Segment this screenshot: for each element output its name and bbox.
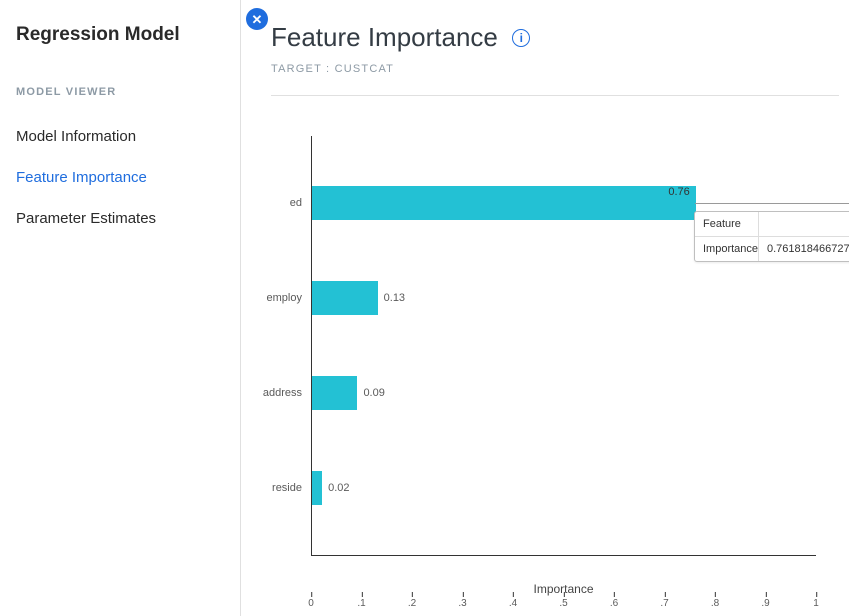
chart-tick: .7: [660, 598, 668, 609]
subtitle-prefix: TARGET :: [271, 63, 335, 75]
chart-tick: .3: [458, 598, 466, 609]
chart-bar[interactable]: [312, 281, 378, 315]
sidebar-item-feature-importance[interactable]: Feature Importance: [16, 157, 224, 198]
page-title: Feature Importance: [271, 22, 498, 53]
chart-tick: .4: [509, 598, 517, 609]
chart-category-label: employ: [267, 292, 302, 304]
chart-x-ticks: 0 .1 .2 .3 .4 .5 .6 .7 .8 .9 1: [311, 598, 816, 614]
chart-category-label: reside: [272, 482, 302, 494]
chart-tick: 0: [308, 598, 314, 609]
chart-tick: 1: [813, 598, 819, 609]
chart-bar-row: employ0.13: [312, 281, 816, 315]
tooltip-importance-key: Importance: [695, 237, 759, 261]
feature-importance-chart: ed0.76employ0.13address0.09reside0.02 0.…: [311, 136, 816, 596]
chart-tick: .1: [357, 598, 365, 609]
chart-tick: .8: [711, 598, 719, 609]
sidebar-item-model-information[interactable]: Model Information: [16, 116, 224, 157]
chart-tick: .6: [610, 598, 618, 609]
chart-bar-row: address0.09: [312, 376, 816, 410]
chart-bar-row: reside0.02: [312, 471, 816, 505]
chart-plot-area: ed0.76employ0.13address0.09reside0.02: [311, 136, 816, 556]
subtitle: TARGET : CUSTCAT: [271, 63, 839, 75]
chart-tick: .9: [761, 598, 769, 609]
panel-title: Regression Model: [16, 24, 224, 46]
chart-tick: .5: [559, 598, 567, 609]
chart-value-label: 0.02: [328, 482, 349, 494]
sidebar-section-label: MODEL VIEWER: [16, 86, 224, 98]
chart-value-label: 0.13: [384, 292, 405, 304]
chart-value-label: 0.09: [363, 387, 384, 399]
tooltip-feature-val: ed: [759, 212, 849, 236]
chart-bar[interactable]: [312, 471, 322, 505]
info-icon[interactable]: i: [512, 29, 530, 47]
chart-value-label: 0.76: [668, 186, 689, 198]
sidebar: Regression Model MODEL VIEWER Model Info…: [0, 0, 241, 616]
tooltip-feature-key: Feature: [695, 212, 759, 236]
chart-bar[interactable]: 0.76: [312, 186, 696, 220]
chart-tick: .2: [408, 598, 416, 609]
divider: [271, 95, 839, 96]
chart-bar[interactable]: [312, 376, 357, 410]
chart-category-label: ed: [290, 197, 302, 209]
sidebar-item-parameter-estimates[interactable]: Parameter Estimates: [16, 198, 224, 239]
chart-tooltip: Feature ed Importance 0.7618184667270733: [694, 211, 849, 262]
tooltip-importance-val: 0.7618184667270733: [759, 237, 849, 261]
chart-category-label: address: [263, 387, 302, 399]
target-name: CUSTCAT: [335, 63, 395, 75]
main-content: Feature Importance i TARGET : CUSTCAT ed…: [241, 0, 849, 616]
